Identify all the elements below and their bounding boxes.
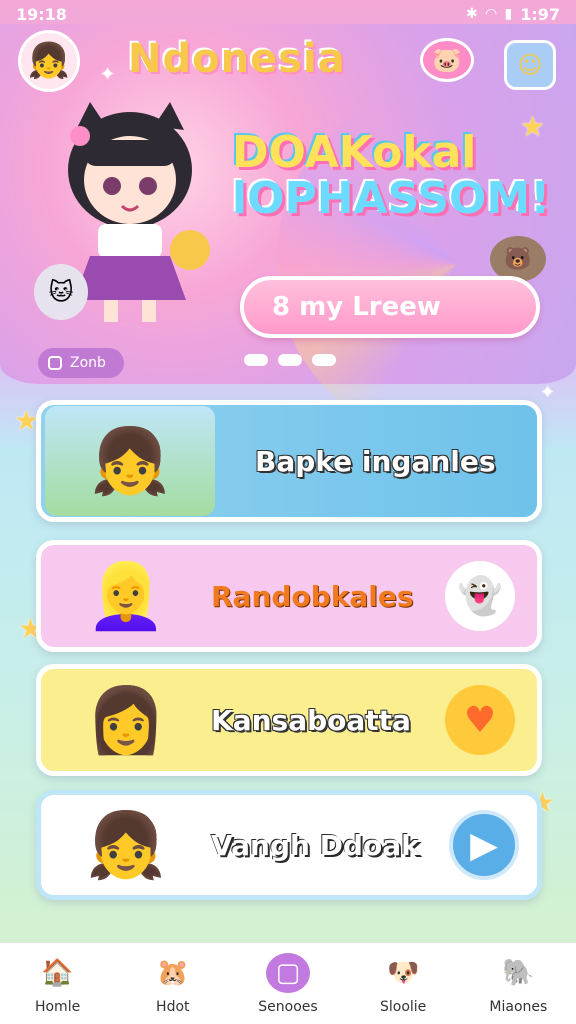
- app-title: Ndonesia: [128, 36, 346, 82]
- category-card[interactable]: 👧 Bapke inganles: [36, 400, 542, 522]
- play-icon: ▶: [470, 824, 498, 866]
- status-time: 19:18: [16, 4, 67, 24]
- dog-icon: 🐶: [386, 957, 420, 988]
- hero-headline-line2: lOPHASSOM!: [232, 173, 551, 224]
- card-character-thumb: 👧: [45, 406, 215, 516]
- pig-mascot-icon: 🐷: [420, 38, 474, 82]
- cat-mascot-icon: 🐱: [34, 264, 88, 320]
- creature-icon: 🐹: [156, 957, 189, 988]
- pager-dot[interactable]: [278, 354, 302, 366]
- nav-label: Homle: [34, 998, 81, 1015]
- blonde-girl-icon: 👧: [90, 424, 170, 499]
- pink-hair-girl-icon: 👩: [86, 683, 166, 758]
- card-title: Kansaboatta: [211, 703, 411, 737]
- hero-headline-line1: DOAKokal: [232, 127, 477, 178]
- card-character-thumb: 👧: [41, 790, 211, 900]
- pager-dot[interactable]: [312, 354, 336, 366]
- nav-item-hdot[interactable]: 🐹 Hdot: [123, 953, 223, 1015]
- bluetooth-icon: ✱: [465, 6, 478, 22]
- card-title: Bapke inganles: [255, 444, 496, 478]
- girl-avatar-icon: 👧: [27, 41, 71, 81]
- sparkle-icon: ✦: [540, 382, 556, 403]
- battery-text: 1:97: [520, 4, 560, 24]
- nav-item-miaones[interactable]: 🐘 Miaones: [468, 953, 568, 1015]
- hero-tag-label: Zonb: [70, 355, 106, 371]
- carousel-pager[interactable]: [244, 354, 336, 366]
- heart-mascot-icon: ♥: [445, 685, 515, 755]
- girl-character-icon: 👱‍♀️: [86, 559, 166, 634]
- sparkle-icon: ✦: [100, 64, 116, 85]
- house-icon: 🏠: [41, 957, 74, 988]
- profile-avatar[interactable]: 👧: [18, 30, 80, 92]
- nav-label: Miaones: [489, 998, 548, 1015]
- nav-item-senooes[interactable]: ▢ Senooes: [238, 952, 338, 1015]
- category-card[interactable]: 👱‍♀️ Randobkales 👻: [36, 540, 542, 652]
- card-title: Randobkales: [211, 579, 414, 613]
- bottom-navigation: 🏠 Homle 🐹 Hdot ▢ Senooes 🐶 Sloolie 🐘 Mia…: [0, 942, 576, 1024]
- card-character-thumb: 👱‍♀️: [41, 541, 211, 651]
- category-card[interactable]: 👩 Kansaboatta ♥: [36, 664, 542, 776]
- elephant-icon: 🐘: [502, 957, 535, 988]
- square-button-icon: ▢: [265, 952, 310, 993]
- smile-icon: ☺: [517, 51, 543, 79]
- ghost-icon: 👻: [445, 561, 515, 631]
- category-card[interactable]: 👧 Vangh Ddoak ▶: [36, 790, 542, 900]
- nav-label: Hdot: [156, 998, 190, 1015]
- hero-cta-button[interactable]: 8 my Lreew: [240, 276, 540, 338]
- hero-headline: DOAKokal lOPHASSOM!: [232, 130, 552, 222]
- star-icon: ★: [520, 110, 546, 143]
- nav-item-sloolie[interactable]: 🐶 Sloolie: [353, 953, 453, 1015]
- nav-item-home[interactable]: 🏠 Homle: [8, 953, 108, 1015]
- dark-hair-girl-icon: 👧: [86, 808, 166, 883]
- tag-square-icon: [48, 356, 62, 370]
- status-icons: ✱ ◠ ▮ 1:97: [466, 5, 560, 24]
- card-title: Vangh Ddoak: [211, 828, 420, 862]
- pager-dot[interactable]: [244, 354, 268, 366]
- signal-icon: ▮: [504, 6, 513, 22]
- card-character-thumb: 👩: [41, 665, 211, 775]
- play-button[interactable]: ▶: [449, 810, 519, 880]
- menu-button[interactable]: ☺: [504, 40, 556, 90]
- nav-label: Sloolie: [380, 998, 427, 1015]
- wifi-icon: ◠: [485, 6, 497, 22]
- hero-tag-pill[interactable]: Zonb: [38, 348, 124, 378]
- nav-label: Senooes: [258, 998, 318, 1015]
